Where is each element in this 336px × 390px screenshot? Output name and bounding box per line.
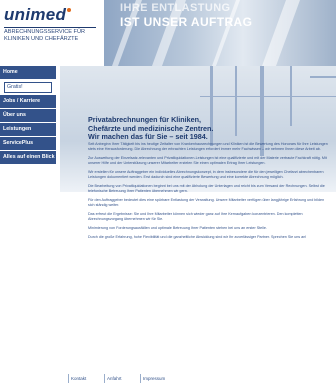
nav-item-ueber-uns[interactable]: Über uns	[0, 109, 56, 123]
logo-text: unimed	[4, 5, 67, 24]
logo-dot-icon	[67, 8, 72, 12]
main-navigation: Home Gratis! Jobs / Karriere Über uns Le…	[0, 66, 56, 165]
nav-item-leistungen[interactable]: Leistungen	[0, 123, 56, 137]
slogan-line-1: IHRE ENTLASTUNG	[120, 2, 231, 14]
footer-link-kontakt[interactable]: Kontakt	[68, 374, 86, 383]
main-content: Privatabrechnungen für Kliniken, Chefärz…	[60, 66, 336, 386]
footer-link-anfahrt[interactable]: Anfahrt	[104, 374, 122, 383]
paragraph: Minimierung von Forderungsausfällen und …	[88, 226, 267, 230]
unimed-logo[interactable]: unimed	[4, 5, 72, 24]
nav-item-jobs[interactable]: Jobs / Karriere	[0, 95, 56, 109]
slogan-line-2: IST UNSER AUFTRAG	[120, 15, 253, 29]
paragraph: Durch die große Erfahrung, hohe Flexibil…	[88, 235, 307, 239]
nav-item-gratis[interactable]: Gratis!	[4, 82, 52, 93]
headline-line-3: Wir machen das für Sie – seit 1984.	[88, 132, 208, 142]
headline: Privatabrechnungen für Kliniken, Chefärz…	[88, 115, 328, 142]
body-text: Seit Anbeginn Ihrer Tätigkeit bis ins he…	[88, 142, 328, 244]
header: unimed ABRECHNUNGSSERVICE FÜR KLINIKEN U…	[0, 0, 336, 66]
paragraph: Zur Ausweitung der Einzelsatz-relevanten…	[88, 156, 327, 165]
nav-item-serviceplus[interactable]: ServicePlus	[0, 137, 56, 151]
logo-subtitle: ABRECHNUNGSSERVICE FÜR KLINIKEN UND CHEF…	[4, 27, 96, 43]
paragraph: Die Bearbeitung von Privatliquidationen …	[88, 184, 325, 193]
footer-link-impressum[interactable]: Impressum	[140, 374, 165, 383]
footer: Kontakt Anfahrt Impressum	[60, 372, 336, 386]
paragraph: Für den Auftraggeber bedeutet dies eine …	[88, 198, 325, 207]
nav-item-alles-auf-einen-blick[interactable]: Alles auf einen Blick	[0, 151, 56, 165]
paragraph: Das erfreut die Ergebnisse: Sie und Ihre…	[88, 212, 303, 221]
nav-item-home[interactable]: Home	[0, 66, 56, 80]
paragraph: Seit Anbeginn Ihrer Tätigkeit bis ins he…	[88, 142, 328, 151]
page: unimed ABRECHNUNGSSERVICE FÜR KLINIKEN U…	[0, 0, 336, 390]
paragraph: Wir erstellen für unsere Auftraggeber ei…	[88, 170, 324, 179]
